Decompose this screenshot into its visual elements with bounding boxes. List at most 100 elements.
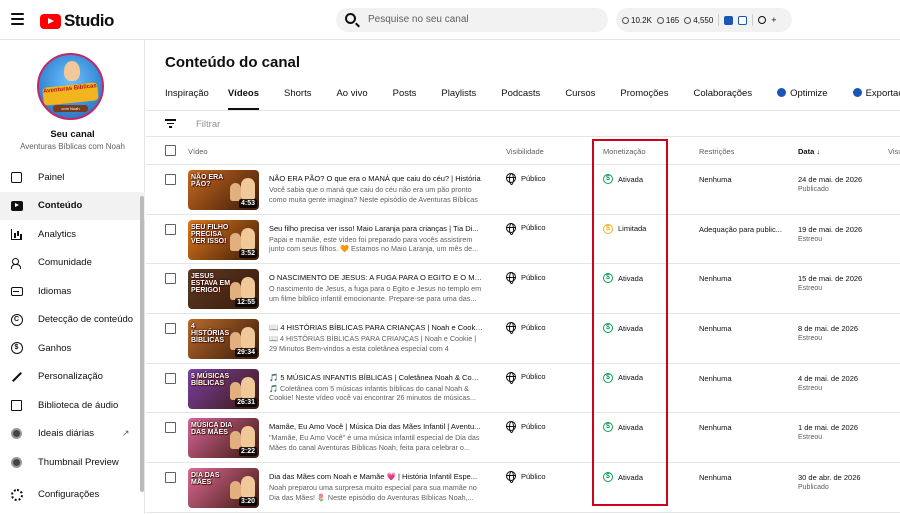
visibility-cell[interactable]: Público — [506, 173, 546, 185]
sidebar-item-8[interactable]: Biblioteca de áudio — [0, 391, 145, 420]
search-bar[interactable]: Pesquise no seu canal — [336, 8, 608, 32]
tab-11[interactable]: Exportação de — [852, 80, 900, 110]
sidebar-item-3[interactable]: Comunidade — [0, 249, 145, 278]
restrictions-cell[interactable]: Nenhuma — [699, 473, 789, 482]
restrictions-cell[interactable]: Nenhuma — [699, 324, 789, 333]
tab-7[interactable]: Cursos — [565, 80, 595, 110]
table-row[interactable]: 4 HISTÓRIAS BÍBLICAS 29:34 📖 4 HISTÓRIAS… — [146, 314, 900, 364]
video-description: Papai e mamãe, este vídeo foi preparado … — [269, 234, 479, 254]
visibility-cell[interactable]: Público — [506, 272, 546, 285]
trophy-icon[interactable] — [758, 16, 767, 24]
filter-input[interactable]: Filtrar — [196, 119, 220, 130]
row-checkbox[interactable] — [165, 372, 176, 384]
monetization-cell[interactable]: $ Ativada — [603, 472, 643, 483]
monetization-cell[interactable]: $ Ativada — [603, 273, 643, 284]
video-title[interactable]: 📖 4 HISTÓRIAS BÍBLICAS PARA CRIANÇAS | N… — [269, 323, 483, 332]
restrictions-cell[interactable]: Nenhuma — [699, 374, 789, 383]
tab-10[interactable]: Optimize — [777, 80, 828, 110]
restrictions-cell[interactable]: Nenhuma — [699, 423, 789, 432]
video-thumbnail[interactable]: MÚSICA DIA DAS MÃES 2:22 — [188, 418, 259, 459]
globe-icon — [506, 222, 516, 235]
channel-avatar[interactable]: Aventuras Bíblicas com Noah — [37, 53, 104, 120]
sidebar-item-10[interactable]: Thumbnail Preview — [0, 448, 145, 477]
sidebar-item-5[interactable]: C Detecção de conteúdo — [0, 306, 145, 335]
sidebar-item-9[interactable]: Ideais diárias ↗ — [0, 420, 145, 449]
video-thumbnail[interactable]: 5 MÚSICAS BÍBLICAS 26:31 — [188, 368, 259, 409]
sidebar-item-11[interactable]: Configurações — [0, 481, 145, 510]
monetization-cell[interactable]: $ Ativada — [603, 372, 643, 383]
visibility-cell[interactable]: Público — [506, 421, 546, 434]
sidebar-item-0[interactable]: Painel — [0, 163, 145, 192]
video-title[interactable]: Dia das Mães com Noah e Mamãe 💗 | Histór… — [269, 472, 483, 481]
row-checkbox[interactable] — [165, 323, 176, 335]
search-input[interactable]: Pesquise no seu canal — [368, 14, 469, 25]
date-status: Estreou — [798, 235, 823, 243]
sidebar-item-2[interactable]: Analytics — [0, 220, 145, 249]
table-row[interactable]: MÚSICA DIA DAS MÃES 2:22 Mamãe, Eu Amo V… — [146, 413, 900, 464]
row-checkbox[interactable] — [165, 422, 176, 434]
row-checkbox[interactable] — [165, 273, 176, 285]
table-row[interactable]: DIA DAS MÃES 3:20 Dia das Mães com Noah … — [146, 463, 900, 513]
table-row[interactable]: 5 MÚSICAS BÍBLICAS 26:31 🎵 5 MÚSICAS INF… — [146, 364, 900, 414]
table-row[interactable]: NÃO ERA PÃO? 4:53 NÃO ERA PÃO? O que era… — [146, 165, 900, 215]
monetization-cell[interactable]: $ Ativada — [603, 323, 643, 334]
tab-6[interactable]: Podcasts — [501, 80, 540, 110]
video-title[interactable]: O NASCIMENTO DE JESUS: A FUGA PARA O EGI… — [269, 273, 483, 282]
stat-subscribers: 10.2K — [622, 16, 652, 25]
video-thumbnail[interactable]: DIA DAS MÃES 3:20 — [188, 468, 259, 509]
tab-5[interactable]: Playlists — [441, 80, 476, 110]
monetization-cell[interactable]: $ Limitada — [603, 223, 646, 234]
column-restrictions[interactable]: Restrições — [699, 147, 734, 156]
extension-stats[interactable]: 10.2K 165 4,550 + — [616, 8, 792, 32]
extension-icon[interactable] — [724, 15, 734, 25]
external-link-icon[interactable]: ↗ — [122, 428, 130, 439]
video-title[interactable]: NÃO ERA PÃO? O que era o MANÁ que caiu d… — [269, 174, 483, 183]
tab-4[interactable]: Posts — [393, 80, 417, 110]
visibility-cell[interactable]: Público — [506, 471, 546, 484]
tab-0[interactable]: Inspiração — [165, 80, 209, 110]
video-title[interactable]: Seu filho precisa ver isso! Maio Laranja… — [269, 224, 483, 233]
sidebar-item-6[interactable]: $ Ganhos — [0, 334, 145, 363]
video-thumbnail[interactable]: SEU FILHO PRECISA VER ISSO! 3:52 — [188, 219, 259, 260]
sidebar-item-7[interactable]: Personalização — [0, 363, 145, 392]
filter-icon[interactable] — [165, 119, 176, 128]
monetization-cell[interactable]: $ Ativada — [603, 174, 643, 184]
video-thumbnail[interactable]: NÃO ERA PÃO? 4:53 — [188, 170, 259, 210]
studio-logo[interactable]: Studio — [40, 11, 114, 31]
tab-8[interactable]: Promoções — [620, 80, 668, 110]
column-monetization[interactable]: Monetização — [603, 147, 646, 156]
column-date[interactable]: Data ↓ — [798, 147, 820, 156]
sidebar-scrollbar[interactable] — [140, 196, 144, 492]
restrictions-cell[interactable]: Nenhuma — [699, 274, 789, 283]
duration-badge: 4:53 — [238, 199, 257, 208]
restrictions-cell[interactable]: Nenhuma — [699, 175, 789, 184]
video-title[interactable]: Mamãe, Eu Amo Você | Música Dia das Mães… — [269, 422, 483, 431]
tab-1[interactable]: Vídeos — [227, 80, 260, 110]
table-row[interactable]: JESUS ESTAVA EM PERIGO! 12:55 O NASCIMEN… — [146, 264, 900, 315]
copyright-icon: C — [10, 313, 23, 326]
video-thumbnail[interactable]: 4 HISTÓRIAS BÍBLICAS 29:34 — [188, 319, 259, 360]
column-visibility[interactable]: Visibilidade — [506, 147, 544, 156]
list-extension-icon[interactable] — [738, 15, 748, 25]
filter-bar[interactable]: Filtrar — [146, 111, 900, 137]
select-all-checkbox[interactable] — [165, 145, 176, 156]
restrictions-cell[interactable]: Adequação para public... — [699, 225, 789, 234]
table-row[interactable]: SEU FILHO PRECISA VER ISSO! 3:52 Seu fil… — [146, 215, 900, 265]
menu-icon[interactable] — [11, 13, 24, 25]
column-views[interactable]: Visu — [888, 147, 900, 156]
row-checkbox[interactable] — [165, 472, 176, 484]
sidebar-item-1[interactable]: Conteúdo — [0, 191, 145, 220]
video-title[interactable]: 🎵 5 MÚSICAS INFANTIS BÍBLICAS | Coletâne… — [269, 373, 483, 382]
sidebar-item-4[interactable]: Idiomas — [0, 277, 145, 306]
visibility-cell[interactable]: Público — [506, 371, 546, 384]
visibility-cell[interactable]: Público — [506, 222, 546, 235]
visibility-cell[interactable]: Público — [506, 322, 546, 335]
tab-3[interactable]: Ao vivo — [336, 80, 367, 110]
tab-2[interactable]: Shorts — [284, 80, 311, 110]
tab-9[interactable]: Colaborações — [693, 80, 752, 110]
row-checkbox[interactable] — [165, 223, 176, 235]
row-checkbox[interactable] — [165, 174, 176, 185]
video-thumbnail[interactable]: JESUS ESTAVA EM PERIGO! 12:55 — [188, 269, 259, 310]
add-icon[interactable]: + — [771, 15, 776, 25]
monetization-cell[interactable]: $ Ativada — [603, 422, 643, 433]
